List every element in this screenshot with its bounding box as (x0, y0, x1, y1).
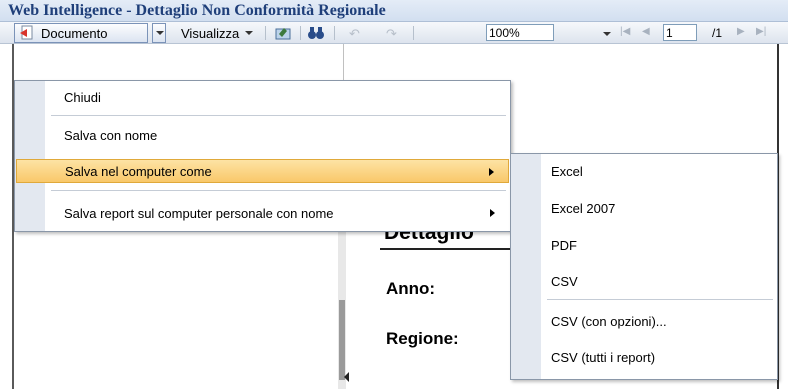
documento-label: Documento (41, 25, 108, 41)
visualizza-menu-button[interactable]: Visualizza (181, 24, 254, 42)
zoom-value: 100% (489, 26, 520, 40)
menu-item-salva-report-personale[interactable]: Salva report sul computer personale con … (16, 201, 509, 225)
window-title: Web Intelligence - Dettaglio Non Conform… (8, 2, 386, 19)
toolbar-separator (413, 26, 414, 40)
toolbar-separator (265, 26, 266, 40)
toolbar: Documento Visualizza ↶ ↷ 100% |◀ ◀ 1 /1 … (0, 22, 788, 44)
binoculars-find-icon[interactable] (307, 25, 325, 44)
submenu-item-excel[interactable]: Excel (551, 164, 583, 179)
title-bar: Web Intelligence - Dettaglio Non Conform… (0, 0, 788, 22)
first-page-icon[interactable]: |◀ (620, 26, 630, 37)
menu-item-label: Chiudi (64, 89, 101, 105)
menu-item-chiudi[interactable]: Chiudi (16, 85, 509, 109)
menu-separator (51, 115, 506, 116)
menu-separator (51, 190, 506, 191)
menu-item-label: Salva report sul computer personale con … (64, 205, 334, 221)
regione-label: Regione: (386, 329, 459, 348)
submenu-item-excel-2007[interactable]: Excel 2007 (551, 201, 615, 216)
submenu-item-pdf[interactable]: PDF (551, 238, 577, 253)
zoom-dropdown-icon[interactable] (603, 32, 611, 36)
submenu-item-csv-tutti-report[interactable]: CSV (tutti i report) (551, 350, 655, 365)
previous-page-icon[interactable]: ◀ (642, 26, 650, 37)
pane-scrollbar-thumb[interactable] (339, 300, 345, 380)
submenu-item-csv[interactable]: CSV (551, 274, 578, 289)
menu-gutter (511, 154, 541, 379)
submenu-arrow-icon (490, 209, 495, 217)
chevron-down-icon (245, 31, 254, 35)
toolbar-separator (334, 26, 335, 40)
page-number-input[interactable]: 1 (663, 24, 697, 41)
undo-icon[interactable]: ↶ (349, 26, 360, 42)
collapse-pane-icon[interactable] (344, 372, 349, 382)
toolbar-separator (300, 26, 301, 40)
visualizza-label: Visualizza (181, 25, 240, 41)
documento-dropdown-arrow[interactable] (152, 23, 166, 43)
menu-item-label: Salva nel computer come (65, 163, 212, 179)
edit-report-icon[interactable] (275, 25, 293, 44)
menu-item-salva-con-nome[interactable]: Salva con nome (16, 123, 509, 147)
submenu-item-csv-con-opzioni[interactable]: CSV (con opzioni)... (551, 314, 667, 329)
menu-item-label: Salva con nome (64, 127, 158, 143)
salva-submenu: Excel Excel 2007 PDF CSV CSV (con opzion… (510, 153, 778, 380)
page-value: 1 (666, 26, 673, 40)
next-page-icon[interactable]: ▶ (737, 26, 745, 37)
anno-label: Anno: (386, 279, 436, 298)
zoom-input[interactable]: 100% (486, 24, 554, 41)
documento-menu: Chiudi Salva con nome Salva nel computer… (14, 80, 511, 232)
page-total: /1 (712, 26, 723, 40)
redo-icon[interactable]: ↷ (386, 26, 397, 42)
last-page-icon[interactable]: ▶| (756, 26, 766, 37)
document-export-icon (19, 25, 35, 41)
submenu-arrow-icon (489, 168, 494, 176)
menu-separator (547, 299, 773, 300)
documento-menu-button[interactable]: Documento (14, 23, 148, 43)
menu-item-salva-nel-computer[interactable]: Salva nel computer come (16, 159, 509, 183)
chevron-down-icon (156, 31, 164, 35)
